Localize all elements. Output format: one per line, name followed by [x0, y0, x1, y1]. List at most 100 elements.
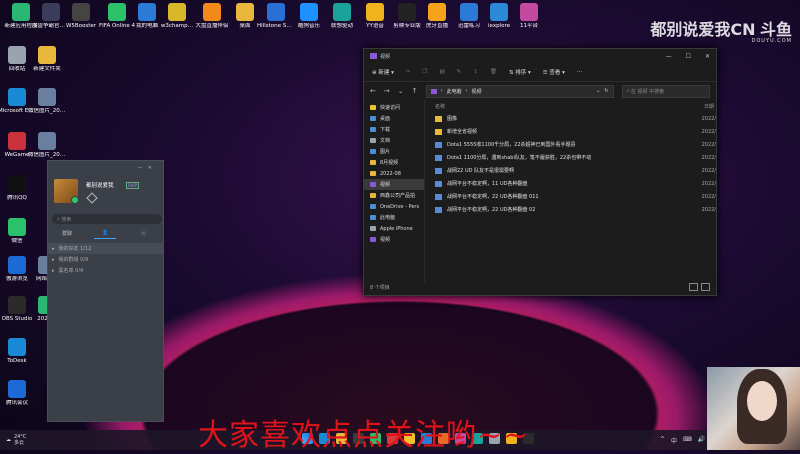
desktop-icon[interactable]: 11平台: [510, 3, 548, 30]
desktop-icon[interactable]: W5Booster: [62, 3, 100, 30]
desktop-icon[interactable]: 腾讯会议: [0, 380, 36, 407]
up-button[interactable]: ↑: [412, 87, 418, 95]
desktop-icon[interactable]: w3champ…: [158, 3, 196, 30]
nav-item[interactable]: 下载: [364, 124, 424, 135]
weather-widget[interactable]: ☁ 24°C 多云: [6, 434, 26, 446]
file-row[interactable]: 战网平台不稳定啊，22 UD各种翻盘 02 2022/: [435, 203, 716, 216]
folder-icon: [370, 237, 376, 242]
file-date: 2022/: [701, 193, 716, 200]
folder-icon: [370, 127, 376, 132]
nav-item[interactable]: 西鑫公司产品拍: [364, 190, 424, 201]
contact-group[interactable]: ▸ 我的群组 0/9: [48, 254, 163, 265]
tab-friends[interactable]: 👤: [90, 230, 120, 239]
status-diamond-icon[interactable]: [86, 192, 98, 204]
overlay-banner-text: 大家喜欢点点关注哟~~: [198, 418, 530, 453]
address-bar[interactable]: › 此电脑 › 视频 ⌄ ↻: [425, 84, 614, 98]
tray-overflow-icon[interactable]: ^: [660, 436, 665, 445]
chevron-right-icon: ▸: [52, 245, 55, 252]
refresh-icon[interactable]: ↻: [604, 88, 608, 94]
nav-item-label: 快速访问: [380, 105, 401, 111]
file-row[interactable]: 新增全省视频 2022/: [435, 125, 716, 138]
tab-channels[interactable]: ⓢ: [129, 230, 159, 237]
nav-item[interactable]: 视频: [364, 179, 424, 190]
nav-item[interactable]: 文档: [364, 135, 424, 146]
breadcrumb-current[interactable]: 视频: [472, 88, 482, 95]
share-icon[interactable]: ⇪: [473, 69, 478, 75]
file-date: 2022/: [701, 180, 716, 187]
nav-item[interactable]: OneDrive - Pers: [364, 201, 424, 212]
delete-icon[interactable]: 🗑: [490, 69, 497, 75]
file-name: Dota1 5555收1100千分局，22杀超神已到国外看手题县: [447, 142, 576, 148]
explorer-titlebar[interactable]: 视频 — ☐ ✕: [364, 49, 716, 63]
ime-icon[interactable]: 中: [671, 436, 677, 445]
recent-button[interactable]: ⌄: [398, 87, 404, 95]
close-button[interactable]: ✕: [705, 53, 710, 60]
file-row[interactable]: 战网平台不稳定啊，11 UD各种翻盘 2022/: [435, 177, 716, 190]
dropdown-icon[interactable]: ⌄: [596, 88, 600, 94]
sort-button[interactable]: ⇅ 排序 ▾: [509, 68, 531, 76]
minimize-button[interactable]: —: [666, 53, 672, 60]
desktop-icon[interactable]: 新建文件夹: [28, 46, 66, 73]
more-button[interactable]: ···: [577, 69, 582, 75]
forward-button[interactable]: →: [384, 87, 390, 95]
avatar[interactable]: [54, 179, 79, 204]
copy-icon[interactable]: ❐: [423, 69, 428, 75]
file-row[interactable]: Dota1 5555收1100千分局，22杀超神已到国外看手题县 2022/: [435, 138, 716, 151]
tiles-view-icon[interactable]: [701, 283, 710, 291]
address-row: ← → ⌄ ↑ › 此电脑 › 视频 ⌄ ↻ ⌕ 在 视频 中搜索: [364, 82, 716, 100]
details-view-icon[interactable]: [689, 283, 698, 291]
chat-window-controls[interactable]: —✕: [138, 165, 157, 171]
nav-item[interactable]: 快速访问: [364, 102, 424, 113]
folder-icon: [370, 226, 376, 231]
tab-groups[interactable]: 群聊: [52, 230, 82, 237]
nav-item[interactable]: 8月视频: [364, 157, 424, 168]
video-file-icon: [435, 167, 442, 174]
file-date: 2022/: [701, 128, 716, 135]
app-icon: [8, 256, 26, 274]
folder-icon: [370, 116, 376, 121]
new-button[interactable]: ⊕ 新建 ▾: [372, 68, 394, 76]
nav-item[interactable]: 图片: [364, 146, 424, 157]
chat-search-input[interactable]: ⌕ 搜索: [52, 214, 162, 224]
file-row[interactable]: Dota1 1100分局，遇到shabi队友，笔不履获胜，22杀也带不动 2022…: [435, 151, 716, 164]
file-name: 战网平台不稳定啊，11 UD各种翻盘: [447, 181, 528, 187]
desktop-icon[interactable]: 微信: [0, 218, 36, 245]
contact-group[interactable]: ▸ 我的好友 1/12: [48, 243, 163, 254]
app-icon: [138, 3, 156, 21]
nav-item[interactable]: 此电脑: [364, 212, 424, 223]
file-row[interactable]: 战网22 UD 队友不是很需要啊 2022/: [435, 164, 716, 177]
paste-icon[interactable]: ▤: [439, 69, 444, 75]
contact-group[interactable]: ▸ 黑名单 0/4: [48, 265, 163, 276]
desktop-icon-label: 腾讯会议: [5, 400, 28, 406]
rename-icon[interactable]: ✎: [457, 69, 462, 75]
keyboard-icon[interactable]: ⌨: [683, 436, 692, 445]
nav-item[interactable]: 视频: [364, 234, 424, 245]
desktop-icon[interactable]: 微信图片_2022080…: [28, 88, 66, 115]
breadcrumb-root[interactable]: 此电脑: [447, 88, 462, 95]
nav-item[interactable]: 桌面: [364, 113, 424, 124]
app-icon: [460, 3, 478, 21]
maximize-button[interactable]: ☐: [686, 53, 691, 60]
chat-client-window[interactable]: —✕ 都别说爱我 SVIP ⌕ 搜索 群聊 👤 ⓢ ▸ 我的好友 1/12 ▸ 我的群…: [47, 160, 164, 422]
file-row[interactable]: 战网平台不稳定啊，22 UD各种翻盘 011 2022/: [435, 190, 716, 203]
file-list: 名称 日期 图像 2022/新增全省视频 2022/Dota1 5555收1100千…: [425, 100, 716, 282]
file-name: 战网平台不稳定啊，22 UD各种翻盘 011: [447, 194, 539, 200]
desktop-icon[interactable]: 腾讯QQ: [0, 175, 36, 202]
volume-icon[interactable]: 🔊: [698, 436, 705, 445]
contact-group-label: 我的群组 0/9: [58, 257, 89, 263]
cut-icon[interactable]: ✂: [406, 69, 411, 75]
app-icon: [12, 3, 30, 21]
file-explorer-window[interactable]: 视频 — ☐ ✕ ⊕ 新建 ▾ ✂ ❐ ▤ ✎ ⇪ 🗑 ⇅ 排序 ▾ ☰ 查看 …: [363, 48, 717, 296]
column-date[interactable]: 日期: [704, 103, 714, 110]
desktop-icon[interactable]: ToDesk: [0, 338, 36, 365]
file-row[interactable]: 图像 2022/: [435, 112, 716, 125]
view-button[interactable]: ☰ 查看 ▾: [543, 68, 565, 76]
file-name: 图像: [447, 116, 458, 122]
search-input[interactable]: ⌕ 在 视频 中搜索: [621, 84, 710, 98]
nav-item[interactable]: Apple iPhone: [364, 223, 424, 234]
column-name[interactable]: 名称: [435, 103, 445, 110]
desktop-icon[interactable]: 微信图片_2022080…: [28, 132, 66, 159]
nav-item-label: 下载: [380, 127, 391, 133]
nav-item[interactable]: 2022-08: [364, 168, 424, 179]
back-button[interactable]: ←: [370, 87, 376, 95]
